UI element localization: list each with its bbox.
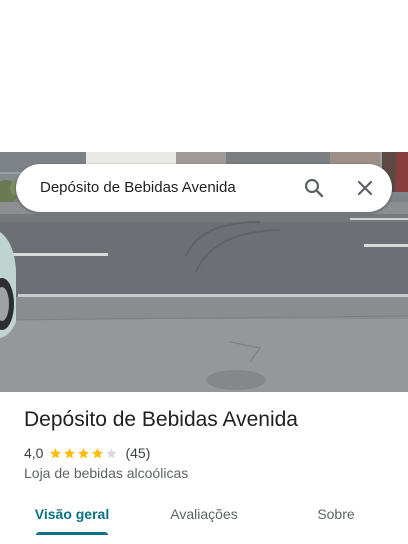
rating-value: 4,0 [24, 445, 44, 461]
tab-about[interactable]: Sobre [296, 496, 376, 532]
star-filled-icon [92, 447, 104, 458]
tab-overview[interactable]: Visão geral [24, 496, 120, 532]
rating-stars [49, 447, 119, 460]
search-icon[interactable] [302, 176, 326, 200]
tab-reviews[interactable]: Avaliações [152, 496, 256, 532]
star-filled-icon [78, 447, 90, 458]
search-query[interactable]: Depósito de Bebidas Avenida [40, 164, 236, 212]
map-blank-area [0, 0, 408, 152]
star-filled-icon [64, 447, 76, 458]
star-empty-icon [106, 447, 118, 458]
search-bar[interactable]: Depósito de Bebidas Avenida [16, 164, 392, 212]
place-category[interactable]: Loja de bebidas alcoólicas [24, 465, 188, 481]
place-title: Depósito de Bebidas Avenida [24, 408, 298, 431]
close-icon[interactable] [353, 176, 377, 200]
active-tab-indicator [36, 532, 108, 535]
star-filled-icon [50, 447, 62, 458]
review-count[interactable]: (45) [125, 445, 150, 461]
rating-row[interactable]: 4,0 (45) [24, 443, 150, 463]
tab-bar: Visão geral Avaliações Sobre [0, 496, 408, 544]
